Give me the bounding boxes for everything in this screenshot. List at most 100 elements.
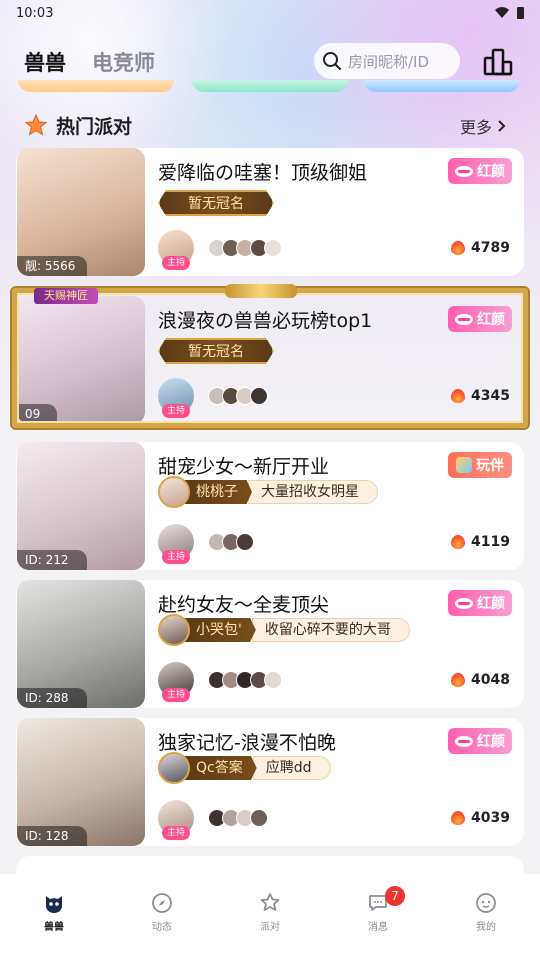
nav-party[interactable]: 派对 bbox=[235, 892, 305, 960]
heat-value: 4039 bbox=[471, 810, 510, 826]
banner-green[interactable] bbox=[192, 80, 348, 92]
star-icon bbox=[24, 113, 48, 136]
room-card-peek[interactable] bbox=[16, 856, 524, 876]
guard-avatar bbox=[158, 614, 190, 646]
chevron-right-icon bbox=[498, 120, 506, 132]
nav-label: 我的 bbox=[476, 922, 496, 933]
mic-avatars bbox=[208, 809, 268, 827]
banner-blue[interactable] bbox=[364, 80, 520, 92]
wifi-icon bbox=[495, 7, 509, 19]
guard-note: 收留心碎不要的大哥 bbox=[251, 618, 410, 642]
room-id-tag: ID: 288 bbox=[17, 688, 87, 708]
room-id-tag: ID: 212 bbox=[17, 550, 87, 570]
room-cover: 09 bbox=[17, 296, 145, 424]
avatar bbox=[250, 387, 268, 405]
nav-label: 动态 bbox=[152, 922, 172, 933]
host-avatar[interactable]: 主持 bbox=[158, 524, 194, 564]
tab-beast[interactable]: 兽兽 bbox=[24, 47, 66, 77]
heat-count: 4789 bbox=[451, 240, 510, 256]
room-cover: ID: 128 bbox=[17, 718, 145, 846]
nav-label: 派对 bbox=[260, 922, 280, 933]
nav-label: 兽兽 bbox=[44, 922, 64, 933]
room-card[interactable]: 靓: 5566 爱降临の哇塞！顶级御姐 红颜 暂无冠名 主持 4789 bbox=[16, 148, 524, 276]
section-title: 热门派对 bbox=[56, 115, 133, 138]
badge-label: 玩伴 bbox=[476, 458, 504, 474]
badge-label: 红颜 bbox=[477, 596, 505, 612]
avatar bbox=[250, 809, 268, 827]
companion-icon bbox=[456, 457, 472, 473]
room-title: 独家记忆-浪漫不怕晚 bbox=[158, 732, 336, 754]
room-title: 爱降临の哇塞！顶级御姐 bbox=[158, 162, 368, 184]
beast-icon bbox=[46, 896, 62, 913]
status-time: 10:03 bbox=[16, 5, 54, 21]
status-bar: 10:03 bbox=[0, 0, 540, 26]
ranking-icon[interactable] bbox=[481, 44, 517, 80]
heat-value: 4345 bbox=[471, 388, 510, 404]
room-title: 浪漫夜の兽兽必玩榜top1 bbox=[158, 310, 373, 332]
room-cover: ID: 212 bbox=[17, 442, 145, 570]
avatar bbox=[236, 533, 254, 551]
host-avatar[interactable]: 主持 bbox=[158, 662, 194, 702]
room-id-tag: 09 bbox=[17, 404, 57, 424]
fire-icon bbox=[451, 673, 466, 687]
crown-badge: 暂无冠名 bbox=[158, 190, 274, 216]
frame-tag: 天赐神匠 bbox=[34, 288, 98, 304]
host-label: 主持 bbox=[162, 404, 190, 418]
guard-note: 应聘dd bbox=[252, 756, 331, 780]
guard-avatar bbox=[158, 476, 190, 508]
host-avatar[interactable]: 主持 bbox=[158, 800, 194, 840]
room-card[interactable]: ID: 128 独家记忆-浪漫不怕晚 红颜 Qc答案 应聘dd 主持 4039 bbox=[16, 718, 524, 846]
search-input[interactable]: 房间昵称/ID bbox=[314, 43, 460, 79]
guard-note: 大量招收女明星 bbox=[248, 480, 378, 504]
tab-esports[interactable]: 电竞师 bbox=[92, 47, 155, 77]
room-card[interactable]: 09 浪漫夜の兽兽必玩榜top1 红颜 暂无冠名 主持 4345 bbox=[16, 296, 524, 424]
mic-avatars bbox=[208, 533, 254, 551]
guard-name: Qc答案 bbox=[184, 756, 257, 780]
heat-value: 4119 bbox=[471, 534, 510, 550]
heat-count: 4345 bbox=[451, 388, 510, 404]
room-id-tag: ID: 128 bbox=[17, 826, 87, 846]
badge-label: 红颜 bbox=[477, 312, 505, 328]
section-header: 热门派对 更多 bbox=[24, 110, 516, 140]
more-label: 更多 bbox=[459, 118, 492, 137]
fire-icon bbox=[451, 241, 466, 255]
host-label: 主持 bbox=[162, 826, 190, 840]
guard-row: Qc答案 应聘dd bbox=[158, 752, 331, 784]
status-icons bbox=[495, 7, 524, 19]
lips-icon bbox=[455, 165, 473, 177]
guard-row: 桃桃子 大量招收女明星 bbox=[158, 476, 378, 508]
lips-icon bbox=[455, 735, 473, 747]
guard-avatar bbox=[158, 752, 190, 784]
party-icon bbox=[260, 893, 280, 911]
profile-icon bbox=[476, 893, 496, 913]
nav-label: 消息 bbox=[368, 922, 388, 933]
nav-beast[interactable]: 兽兽 bbox=[19, 892, 89, 960]
unread-badge: 7 bbox=[385, 886, 405, 906]
host-avatar[interactable]: 主持 bbox=[158, 230, 194, 270]
room-cover: ID: 288 bbox=[17, 580, 145, 708]
battery-icon bbox=[517, 7, 524, 19]
bottom-nav: 兽兽 动态 派对 7 消息 我的 bbox=[0, 874, 540, 960]
badge-label: 红颜 bbox=[477, 734, 505, 750]
room-cover: 靓: 5566 bbox=[17, 148, 145, 276]
host-label: 主持 bbox=[162, 688, 190, 702]
more-link[interactable]: 更多 bbox=[460, 114, 506, 138]
room-card[interactable]: ID: 288 赴约女友～全麦顶尖 红颜 小哭包' 收留心碎不要的大哥 主持 4… bbox=[16, 580, 524, 708]
heat-value: 4048 bbox=[471, 672, 510, 688]
heat-count: 4039 bbox=[451, 810, 510, 826]
guard-name: 小哭包' bbox=[184, 618, 256, 642]
compass-icon bbox=[152, 893, 172, 913]
room-card[interactable]: ID: 212 甜宠少女～新厅开业 玩伴 桃桃子 大量招收女明星 主持 4119 bbox=[16, 442, 524, 570]
nav-messages[interactable]: 7 消息 bbox=[343, 886, 413, 960]
lips-icon bbox=[455, 597, 473, 609]
fire-icon bbox=[451, 535, 466, 549]
nav-feed[interactable]: 动态 bbox=[127, 892, 197, 960]
host-label: 主持 bbox=[162, 256, 190, 270]
host-label: 主持 bbox=[162, 550, 190, 564]
banner-orange[interactable] bbox=[18, 80, 174, 92]
host-avatar[interactable]: 主持 bbox=[158, 378, 194, 418]
nav-profile[interactable]: 我的 bbox=[451, 892, 521, 960]
guard-name: 桃桃子 bbox=[184, 480, 252, 504]
room-title: 赴约女友～全麦顶尖 bbox=[158, 594, 330, 616]
avatar bbox=[264, 239, 282, 257]
